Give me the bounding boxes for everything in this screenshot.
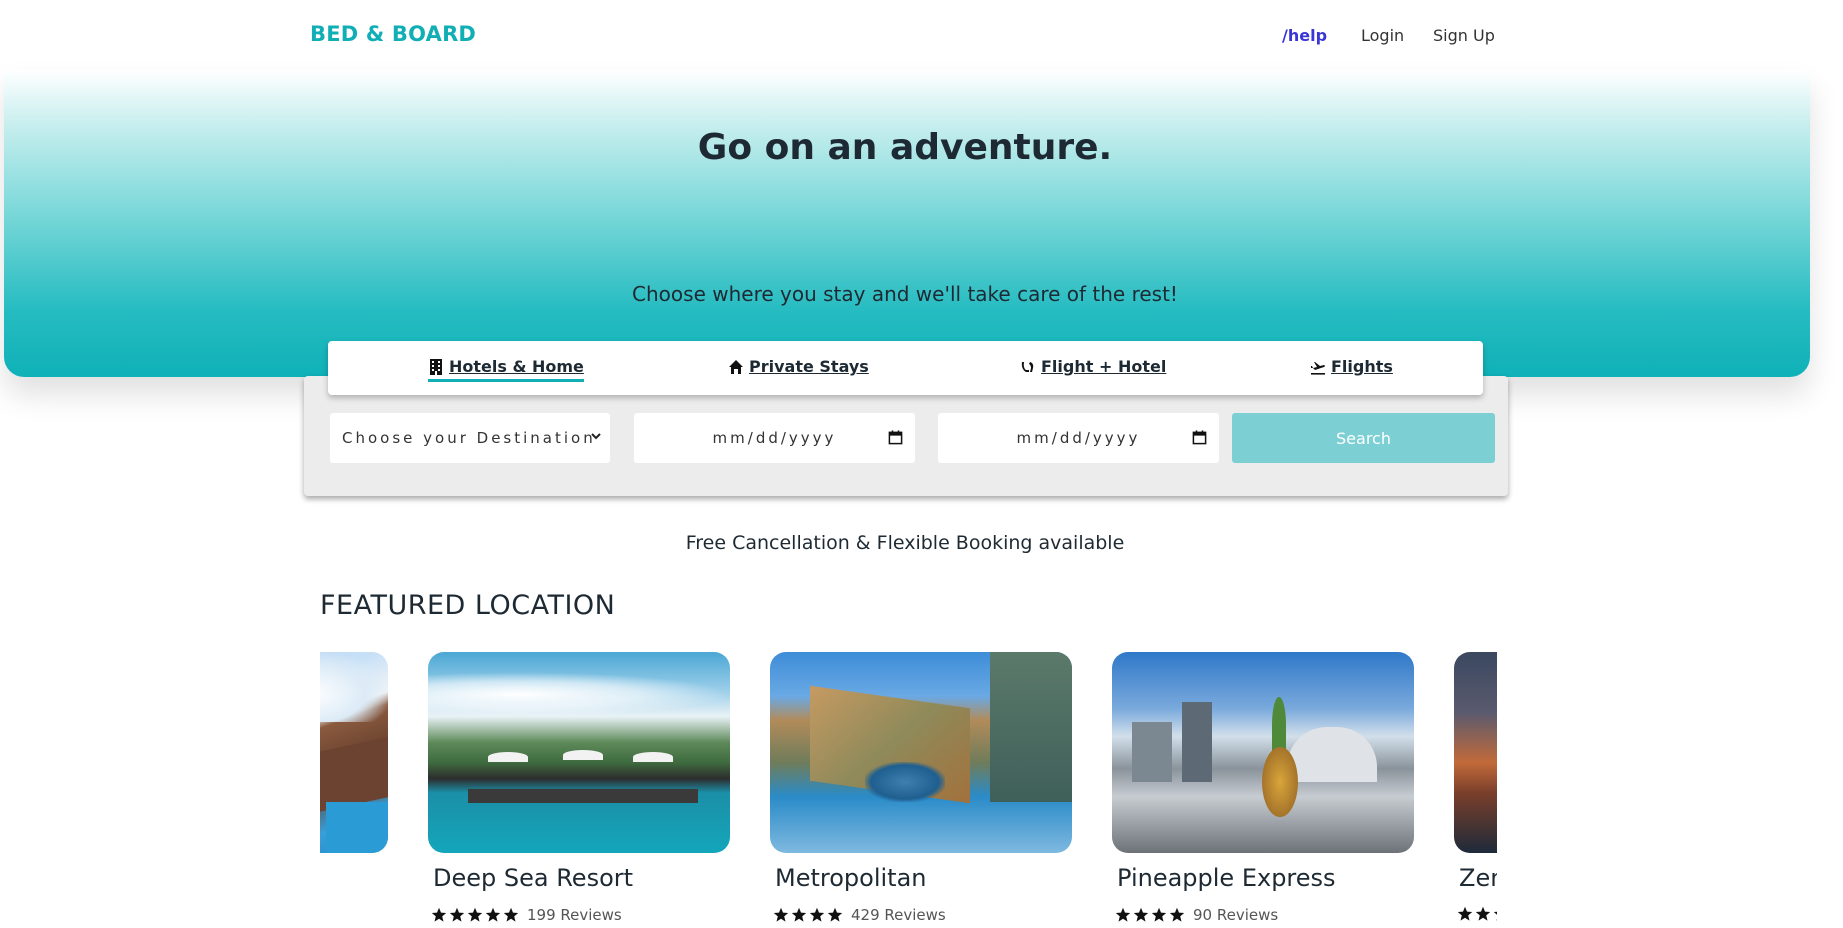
star-icon xyxy=(431,907,447,922)
hero-subtitle: Choose where you stay and we'll take car… xyxy=(632,282,1178,306)
location-name[interactable]: Pineapple Express xyxy=(1117,864,1336,892)
location-name[interactable]: Deep Sea Resort xyxy=(433,864,633,892)
tab-flight-hotel[interactable]: Flight + Hotel xyxy=(1020,357,1166,376)
star-icon xyxy=(449,907,465,922)
tab-flights[interactable]: Flights xyxy=(1310,357,1393,376)
star-icon xyxy=(1493,911,1497,921)
star-icon xyxy=(809,907,825,922)
calendar-icon[interactable] xyxy=(1192,430,1207,445)
location-name[interactable]: Zen xyxy=(1459,864,1497,892)
location-photo xyxy=(1112,652,1414,853)
location-card[interactable]: Metropolitan 429 Reviews xyxy=(770,652,1072,924)
house-icon xyxy=(729,359,743,374)
location-rating: 199 Reviews xyxy=(431,906,622,924)
help-link[interactable]: /help xyxy=(1282,26,1327,45)
building-icon xyxy=(430,358,442,375)
location-photo xyxy=(770,652,1072,853)
featured-section-title: FEATURED LOCATION xyxy=(320,590,616,621)
location-photo xyxy=(428,652,730,853)
hero-title: Go on an adventure. xyxy=(697,127,1113,168)
brand-logo[interactable]: BED & BOARD xyxy=(310,22,476,46)
location-rating: 429 Reviews xyxy=(773,906,946,924)
star-icon xyxy=(503,907,519,922)
plane-icon xyxy=(1311,361,1325,375)
star-icon xyxy=(791,907,807,922)
hero-banner xyxy=(4,70,1810,377)
location-name[interactable]: Metropolitan xyxy=(775,864,927,892)
destination-select-value: Choose your Destination xyxy=(342,429,596,447)
review-count: 429 Reviews xyxy=(851,906,946,924)
tab-flights-label: Flights xyxy=(1331,357,1393,376)
star-icon xyxy=(1133,907,1149,922)
checkout-date-placeholder: mm/dd/yyyy xyxy=(1016,429,1141,447)
location-photo xyxy=(320,652,388,853)
location-rating xyxy=(1457,906,1497,922)
star-icon xyxy=(1151,907,1167,922)
star-icon xyxy=(1457,906,1473,921)
checkout-date-input[interactable]: mm/dd/yyyy xyxy=(938,413,1219,463)
featured-carousel[interactable]: Deep Sea Resort 199 Reviews Metropolitan… xyxy=(320,652,1497,928)
location-rating: 90 Reviews xyxy=(1115,906,1278,924)
top-navigation-bar: BED & BOARD /help Login Sign Up xyxy=(0,0,1843,70)
location-card-partial[interactable] xyxy=(320,652,388,853)
tab-private-stays[interactable]: Private Stays xyxy=(728,357,869,376)
tab-private-stays-label: Private Stays xyxy=(749,357,869,376)
star-icon xyxy=(1169,907,1185,922)
chevron-down-icon xyxy=(591,433,601,440)
search-button[interactable]: Search xyxy=(1232,413,1495,463)
cancellation-notice: Free Cancellation & Flexible Booking ava… xyxy=(685,532,1125,554)
destination-select[interactable]: Choose your Destination xyxy=(330,413,610,463)
checkin-date-placeholder: mm/dd/yyyy xyxy=(712,429,837,447)
star-icon xyxy=(773,907,789,922)
booking-type-tabs: Hotels & Home Private Stays Flight + Hot… xyxy=(328,341,1483,395)
bed-plane-icon xyxy=(1021,361,1034,372)
star-icon xyxy=(467,907,483,922)
tab-hotels-home[interactable]: Hotels & Home xyxy=(428,357,584,382)
location-card[interactable]: Zen xyxy=(1454,652,1497,921)
tab-hotels-home-label: Hotels & Home xyxy=(449,357,584,376)
star-icon xyxy=(827,907,843,922)
location-card[interactable]: Pineapple Express 90 Reviews xyxy=(1112,652,1414,924)
location-card[interactable]: Deep Sea Resort 199 Reviews xyxy=(428,652,730,924)
login-link[interactable]: Login xyxy=(1361,26,1404,45)
star-icon xyxy=(1475,906,1491,921)
review-count: 90 Reviews xyxy=(1193,906,1279,924)
location-photo xyxy=(1454,652,1497,853)
calendar-icon[interactable] xyxy=(888,430,903,445)
tab-flight-hotel-label: Flight + Hotel xyxy=(1041,357,1167,376)
signup-link[interactable]: Sign Up xyxy=(1433,26,1495,45)
review-count: 199 Reviews xyxy=(527,906,622,924)
star-icon xyxy=(1115,907,1131,922)
checkin-date-input[interactable]: mm/dd/yyyy xyxy=(634,413,915,463)
star-icon xyxy=(485,907,501,922)
